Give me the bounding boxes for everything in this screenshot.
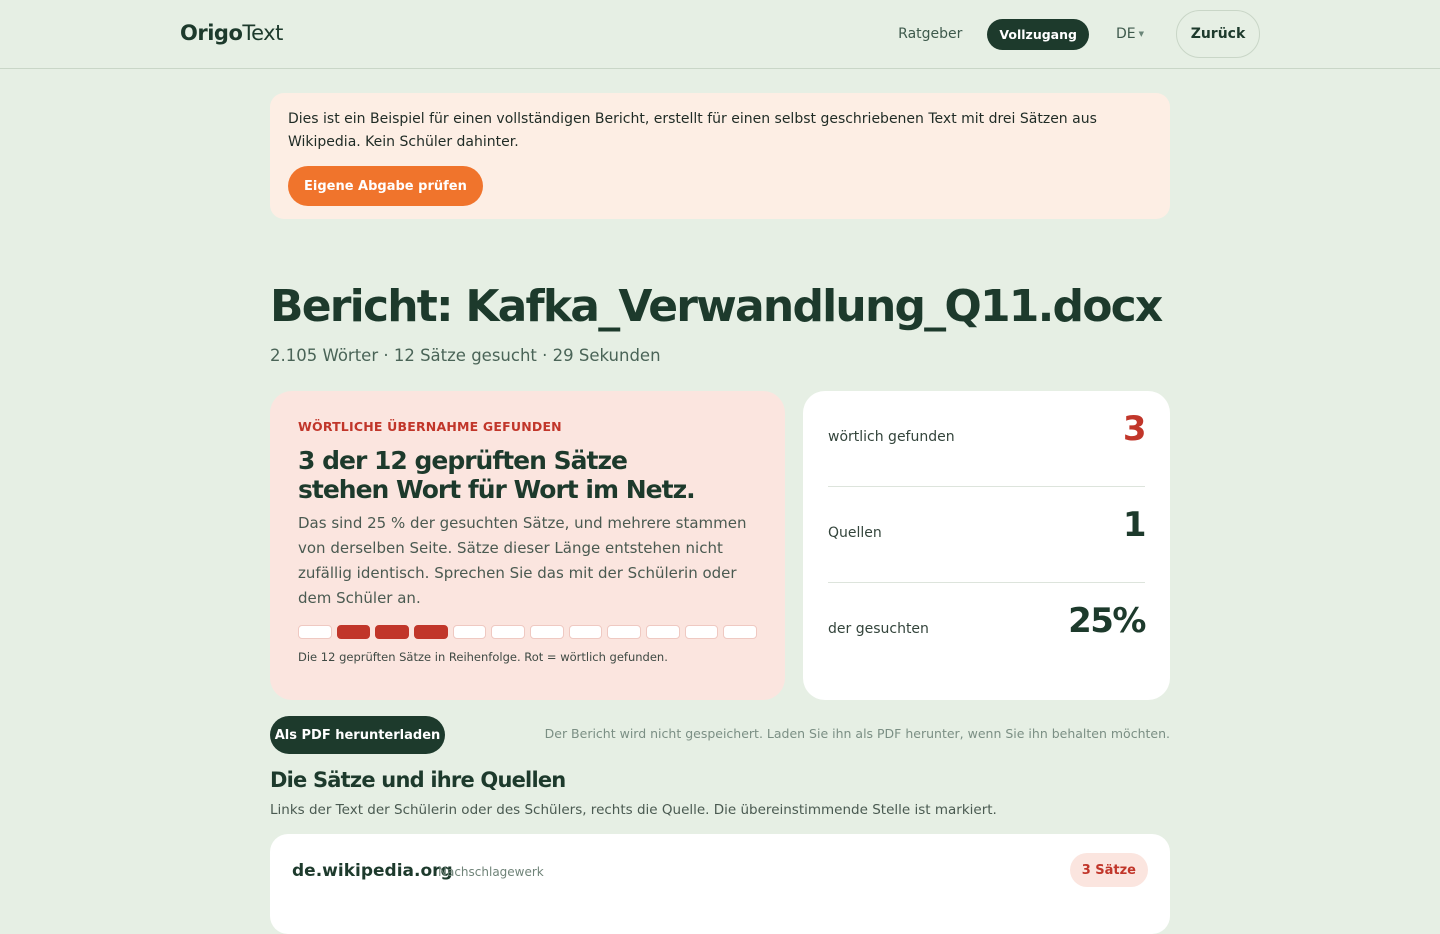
result-eyebrow: WÖRTLICHE ÜBERNAHME GEFUNDEN <box>298 419 562 434</box>
full-access-button[interactable]: Vollzugang <box>987 18 1089 50</box>
stat-label: wörtlich gefunden <box>828 429 955 445</box>
sentence-segment-found <box>375 625 410 639</box>
language-label: DE <box>1115 26 1136 42</box>
stat-literal-found: wörtlich gefunden 3 <box>828 391 1147 487</box>
result-headline-line2: stehen Wort für Wort im Netz. <box>298 475 696 504</box>
sentence-segment-found <box>414 625 448 639</box>
sources-section-title: Die Sätze und ihre Quellen <box>270 768 566 792</box>
download-pdf-button[interactable]: Als PDF herunterladen <box>270 716 445 754</box>
language-selector[interactable]: DE ▼ <box>1116 26 1144 42</box>
result-headline: 3 der 12 geprüften Sätze stehen Wort für… <box>298 446 757 504</box>
logo-part-regular: Text <box>242 21 283 45</box>
sentence-segment <box>491 625 526 639</box>
sentence-segment <box>723 625 758 639</box>
stat-percentage: der gesuchten 25% <box>828 583 1146 679</box>
source-type: Nachschlagewerk <box>438 865 544 879</box>
result-headline-line1: 3 der 12 geprüften Sätze <box>298 446 628 475</box>
stat-label: Quellen <box>828 525 882 541</box>
notice-text: Dies ist ein Beispiel für einen vollstän… <box>288 111 1097 150</box>
stats-card: wörtlich gefunden 3 Quellen 1 der gesuch… <box>803 391 1170 700</box>
sentence-segment <box>646 625 680 639</box>
back-button[interactable]: Zurück <box>1176 10 1260 58</box>
sentence-segment <box>452 625 487 639</box>
result-card: WÖRTLICHE ÜBERNAHME GEFUNDEN 3 der 12 ge… <box>270 391 785 700</box>
stat-sources: Quellen 1 <box>828 487 1147 583</box>
matched-sentences-badge: 3 Sätze <box>1069 853 1148 887</box>
logo-part-bold: Origo <box>180 21 243 45</box>
top-bar: OrigoText Ratgeber Vollzugang DE ▼ Zurüc… <box>0 0 1440 69</box>
sources-section-subtitle: Links der Text der Schülerin oder des Sc… <box>270 802 997 818</box>
stat-value: 1 <box>1122 505 1147 545</box>
source-domain: de.wikipedia.org <box>292 861 453 881</box>
sentence-sequence-bar <box>298 625 758 639</box>
sentence-segment-found <box>336 625 371 639</box>
bars-caption: Die 12 geprüften Sätze in Reihenfolge. R… <box>298 650 668 664</box>
sentence-segment <box>298 625 332 639</box>
check-own-submission-button[interactable]: Eigene Abgabe prüfen <box>288 166 483 206</box>
stat-value: 3 <box>1122 409 1147 449</box>
page-title: Bericht: Kafka_Verwandlung_Q11.docx <box>270 281 1163 332</box>
save-note: Der Bericht wird nicht gespeichert. Lade… <box>544 726 1170 741</box>
sentence-segment <box>684 625 719 639</box>
report-meta: 2.105 Wörter · 12 Sätze gesucht · 29 Sek… <box>270 346 661 365</box>
main-nav: Ratgeber Vollzugang DE ▼ Zurück <box>898 10 1260 58</box>
sentence-segment <box>530 625 564 639</box>
nav-guide-link[interactable]: Ratgeber <box>898 26 962 42</box>
source-card[interactable]: de.wikipedia.org Nachschlagewerk 3 Sätze <box>270 834 1170 934</box>
stat-label: der gesuchten <box>828 621 929 637</box>
stat-value: 25% <box>1068 601 1146 641</box>
sentence-segment <box>607 625 642 639</box>
sentence-segment <box>568 625 603 639</box>
result-description: Das sind 25 % der gesuchten Sätze, und m… <box>298 514 747 607</box>
example-notice: Dies ist ein Beispiel für einen vollstän… <box>270 93 1170 219</box>
logo[interactable]: OrigoText <box>180 21 283 45</box>
chevron-down-icon: ▼ <box>1138 30 1144 38</box>
